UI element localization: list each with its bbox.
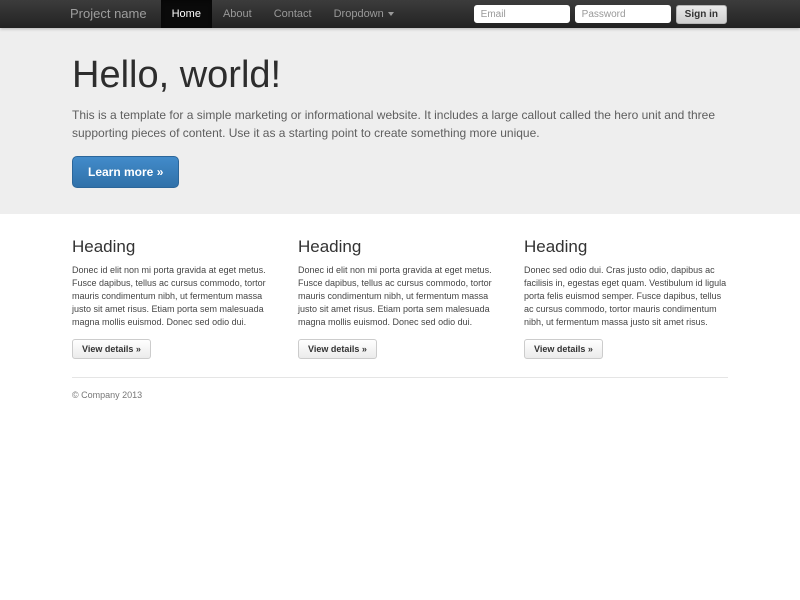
view-details-button-2[interactable]: View details » [298, 339, 377, 359]
column-text: Donec id elit non mi porta gravida at eg… [298, 264, 502, 329]
signin-form: Sign in [474, 0, 800, 28]
column-text: Donec sed odio dui. Cras justo odio, dap… [524, 264, 728, 329]
brand-link[interactable]: Project name [70, 0, 147, 28]
navbar: Project name Home About Contact Dropdown… [0, 0, 800, 28]
signin-button[interactable]: Sign in [676, 5, 727, 24]
nav-item-contact[interactable]: Contact [263, 0, 323, 28]
learn-more-button[interactable]: Learn more » [72, 156, 179, 188]
main-nav: Home About Contact Dropdown [161, 0, 405, 28]
column-heading: Heading [298, 237, 502, 257]
chevron-down-icon [388, 12, 394, 16]
column-heading: Heading [524, 237, 728, 257]
footer: © Company 2013 [72, 390, 728, 400]
hero-title: Hello, world! [72, 55, 728, 97]
view-details-button-1[interactable]: View details » [72, 339, 151, 359]
nav-item-about[interactable]: About [212, 0, 263, 28]
content-column-1: Heading Donec id elit non mi porta gravi… [72, 237, 276, 359]
nav-item-dropdown[interactable]: Dropdown [323, 0, 405, 28]
content-columns: Heading Donec id elit non mi porta gravi… [72, 237, 728, 359]
content-column-2: Heading Donec id elit non mi porta gravi… [298, 237, 502, 359]
copyright-text: © Company 2013 [72, 390, 728, 400]
hero-unit: Hello, world! This is a template for a s… [0, 28, 800, 214]
hero-text: This is a template for a simple marketin… [72, 106, 728, 143]
footer-divider [72, 377, 728, 378]
email-field[interactable] [474, 5, 570, 23]
nav-item-home[interactable]: Home [161, 0, 212, 28]
column-text: Donec id elit non mi porta gravida at eg… [72, 264, 276, 329]
column-heading: Heading [72, 237, 276, 257]
password-field[interactable] [575, 5, 671, 23]
main-content: Heading Donec id elit non mi porta gravi… [72, 237, 728, 400]
content-column-3: Heading Donec sed odio dui. Cras justo o… [524, 237, 728, 359]
nav-item-dropdown-label: Dropdown [334, 0, 384, 28]
view-details-button-3[interactable]: View details » [524, 339, 603, 359]
